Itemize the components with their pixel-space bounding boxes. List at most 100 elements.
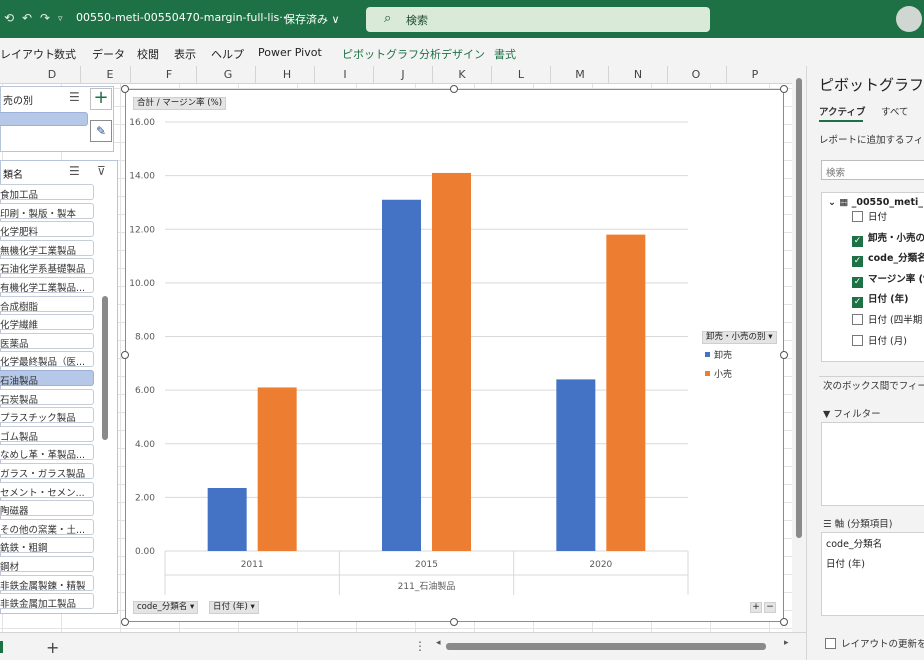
tab-all[interactable]: すべて <box>881 104 908 118</box>
scroll-right-icon[interactable]: ▸ <box>784 638 789 648</box>
search-box[interactable]: ⌕ 検索 <box>366 7 710 32</box>
legend-item-retail[interactable]: 小売 <box>705 367 732 380</box>
slicer-item[interactable]: 無機化学工業製品 <box>0 239 94 257</box>
value-field-button[interactable]: 合計 / マージン率 (%) <box>133 97 227 110</box>
collapse-icon[interactable]: − <box>764 602 776 613</box>
resize-handle[interactable] <box>780 618 788 626</box>
slicer-item[interactable]: セメント・セメン... <box>0 481 94 499</box>
slicer-item[interactable]: 鋼材 <box>0 556 94 573</box>
more-options-icon[interactable]: ⋮ <box>414 639 426 653</box>
save-icon[interactable]: ⟲ <box>4 11 14 25</box>
slicer-item[interactable]: 化学繊維 <box>0 314 94 331</box>
column-header[interactable]: P <box>745 68 765 81</box>
expand-icon[interactable]: + <box>750 602 762 613</box>
field-checkbox[interactable]: ✓ <box>852 256 863 268</box>
axis-area[interactable]: code_分類名 日付 (年) <box>821 532 924 616</box>
slicer-item[interactable]: なめし革・革製品... <box>0 444 94 461</box>
collapse-icon[interactable]: ⌄ <box>828 197 836 208</box>
column-header[interactable]: N <box>628 68 648 81</box>
axis-field-button-category[interactable]: code_分類名 ▾ <box>133 601 199 614</box>
pivot-chart[interactable] <box>125 89 784 622</box>
field-row[interactable]: ✓ 卸売・小売の別 <box>852 230 924 247</box>
scrollbar-thumb[interactable] <box>796 78 802 538</box>
tab-data[interactable]: データ <box>92 46 125 62</box>
field-table[interactable]: ⌄ ▦ _00550_meti_ <box>828 197 923 208</box>
slicer-item[interactable]: ガラス・ガラス製品 <box>0 463 94 480</box>
slicer-item-selected[interactable] <box>0 112 88 126</box>
column-header[interactable]: E <box>100 68 120 81</box>
field-checkbox[interactable]: ✓ <box>852 297 863 309</box>
tab-design[interactable]: デザイン <box>441 46 485 62</box>
slicer-scrollbar[interactable] <box>102 296 108 440</box>
axis-area-item[interactable]: 日付 (年) <box>826 556 865 570</box>
field-row[interactable]: 日付 <box>852 209 887 223</box>
brush-icon[interactable]: ✎ <box>90 120 112 142</box>
slicer-item[interactable]: 化学肥料 <box>0 221 94 238</box>
tab-power-pivot[interactable]: Power Pivot <box>258 46 322 59</box>
horizontal-scrollbar[interactable] <box>446 643 766 650</box>
column-header[interactable]: I <box>335 68 355 81</box>
slicer-item[interactable]: 有機化学工業製品... <box>0 277 94 294</box>
column-header[interactable]: O <box>686 68 706 81</box>
slicer-item[interactable]: ゴム製品 <box>0 425 94 443</box>
defer-checkbox[interactable] <box>825 638 836 649</box>
column-header[interactable]: J <box>393 68 413 81</box>
filter-area[interactable] <box>821 422 924 506</box>
add-sheet-icon[interactable]: + <box>46 638 59 657</box>
field-row[interactable]: ✓ code_分類名 <box>852 250 924 268</box>
slicer-item[interactable]: 印刷・製版・製本 <box>0 202 94 220</box>
slicer-item[interactable]: プラスチック製品 <box>0 407 94 424</box>
clear-filter-icon[interactable]: ⊽ <box>97 164 106 178</box>
saved-status[interactable]: 保存済み ∨ <box>284 11 340 27</box>
field-search-input[interactable]: 検索 <box>821 160 924 180</box>
defer-layout-update[interactable]: レイアウトの更新を保 <box>825 636 924 650</box>
tab-review[interactable]: 校閲 <box>137 46 159 62</box>
field-row[interactable]: 日付 (四半期 <box>852 312 922 326</box>
slicer-item[interactable]: 陶磁器 <box>0 500 94 517</box>
vertical-scrollbar[interactable] <box>792 66 806 632</box>
resize-handle[interactable] <box>121 351 129 359</box>
tab-help[interactable]: ヘルプ <box>211 46 244 62</box>
axis-field-button-year[interactable]: 日付 (年) ▾ <box>209 601 259 614</box>
resize-handle[interactable] <box>450 618 458 626</box>
slicer-item[interactable]: 化学最終製品（医... <box>0 351 94 368</box>
redo-icon[interactable]: ↷ <box>40 11 50 25</box>
tab-view[interactable]: 表示 <box>174 46 196 62</box>
legend-field-button[interactable]: 卸売・小売の別 ▾ <box>702 331 777 344</box>
field-checkbox[interactable] <box>852 211 863 222</box>
tab-formulas[interactable]: 数式 <box>54 46 76 62</box>
multi-select-icon[interactable]: ☰ <box>69 164 80 178</box>
slicer-item[interactable]: 合成樹脂 <box>0 295 94 313</box>
slicer-item[interactable]: 石油化学系基礎製品 <box>0 258 94 275</box>
resize-handle[interactable] <box>121 618 129 626</box>
resize-handle[interactable] <box>780 351 788 359</box>
avatar[interactable] <box>896 6 922 32</box>
slicer-item[interactable]: 非鉄金属製錬・精製 <box>0 574 94 592</box>
resize-handle[interactable] <box>780 85 788 93</box>
tab-format[interactable]: 書式 <box>494 46 516 62</box>
column-header[interactable]: H <box>277 68 297 81</box>
tab-active[interactable]: アクティブ <box>819 104 865 118</box>
undo-icon[interactable]: ↶ <box>22 11 32 25</box>
field-checkbox[interactable] <box>852 314 863 325</box>
column-header[interactable]: K <box>452 68 472 81</box>
multi-select-icon[interactable]: ☰ <box>69 90 80 104</box>
field-checkbox[interactable]: ✓ <box>852 276 863 288</box>
column-header[interactable]: D <box>42 68 62 81</box>
scroll-left-icon[interactable]: ◂ <box>436 638 441 648</box>
column-header[interactable]: M <box>570 68 590 81</box>
axis-area-item[interactable]: code_分類名 <box>826 536 882 550</box>
slicer-item[interactable]: 銑鉄・粗鋼 <box>0 537 94 554</box>
customize-qa-icon[interactable]: ▿ <box>58 14 63 24</box>
slicer-item[interactable]: 石油製品 <box>0 370 94 387</box>
slicer-item[interactable]: 食加工品 <box>0 184 94 201</box>
legend-item-wholesale[interactable]: 卸売 <box>705 348 732 361</box>
tab-pivotchart-analyze[interactable]: ピボットグラフ分析 <box>342 46 441 62</box>
slicer-item[interactable]: その他の窯業・土... <box>0 518 94 536</box>
add-icon[interactable]: + <box>90 88 112 110</box>
column-header[interactable]: G <box>218 68 238 81</box>
field-row[interactable]: ✓ 日付 (年) <box>852 291 909 309</box>
slicer-item[interactable]: 非鉄金属加工製品 <box>0 593 94 610</box>
field-row[interactable]: 日付 (月) <box>852 333 907 347</box>
slicer-item[interactable]: 医薬品 <box>0 332 94 350</box>
